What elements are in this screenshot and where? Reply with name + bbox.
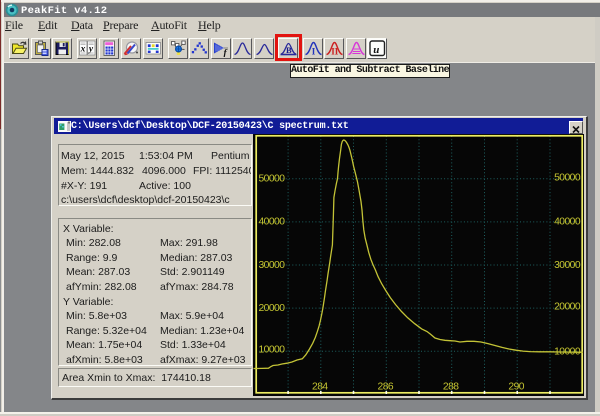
svg-text:50000: 50000 — [259, 174, 286, 185]
svg-text:30000: 30000 — [554, 260, 581, 271]
svg-text:x: x — [79, 44, 85, 54]
svg-text:40000: 40000 — [259, 217, 286, 228]
svg-text:y: y — [87, 44, 93, 54]
svg-text:u: u — [373, 44, 379, 56]
svg-text:20000: 20000 — [259, 303, 286, 314]
svg-text:f: f — [223, 49, 227, 58]
svg-text:284: 284 — [312, 382, 328, 393]
svg-text:50000: 50000 — [554, 173, 581, 184]
svg-text:288: 288 — [443, 382, 459, 393]
svg-text:I: I — [311, 47, 315, 57]
svg-text:40000: 40000 — [554, 217, 581, 228]
svg-text:286: 286 — [378, 382, 394, 393]
svg-text:10000: 10000 — [259, 345, 286, 356]
svg-text:290: 290 — [508, 382, 524, 393]
svg-text:II: II — [331, 47, 339, 57]
svg-text:20000: 20000 — [554, 301, 581, 312]
svg-text:30000: 30000 — [259, 260, 286, 271]
